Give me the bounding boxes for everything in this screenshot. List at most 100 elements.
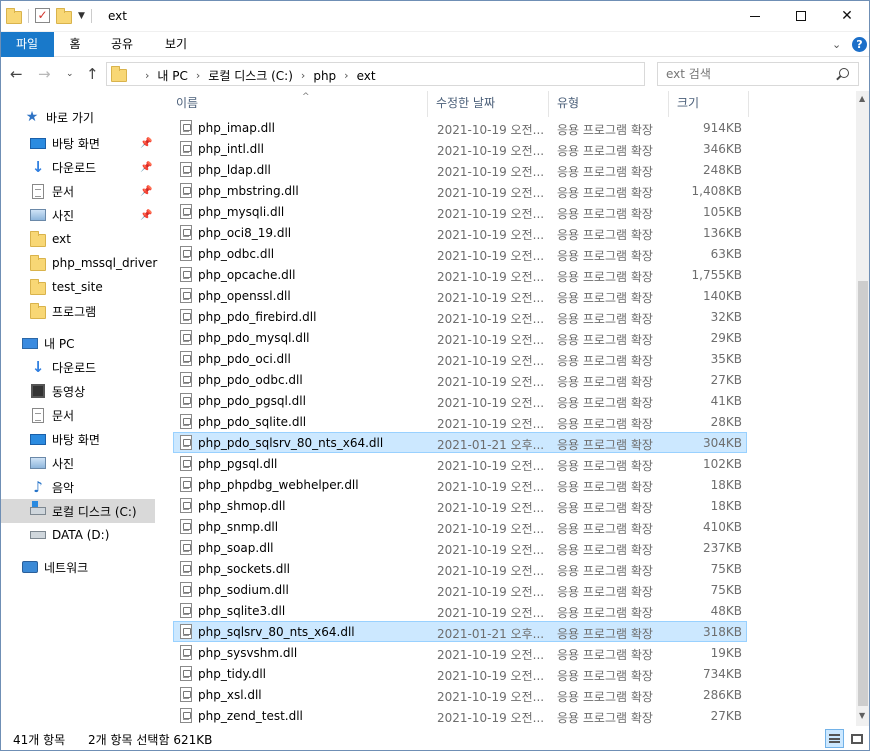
nav-item-pc-documents[interactable]: 문서 bbox=[30, 403, 74, 427]
title-bar: ✓ ▼ ext ✕ bbox=[0, 0, 870, 32]
scroll-down-icon[interactable]: ▼ bbox=[859, 711, 865, 720]
chevron-right-icon[interactable]: › bbox=[344, 69, 348, 82]
nav-item-ext[interactable]: ext bbox=[30, 227, 71, 251]
address-bar[interactable]: › 내 PC › 로컬 디스크 (C:) › php › ext ⌄ ↻ bbox=[106, 62, 745, 86]
details-view-icon bbox=[829, 734, 840, 743]
nav-item-music[interactable]: ♪ 음악 bbox=[30, 475, 74, 499]
recent-locations-icon[interactable]: ⌄ bbox=[66, 69, 74, 79]
pin-icon[interactable]: 📌 bbox=[140, 138, 152, 149]
up-arrow-icon[interactable]: ↑ bbox=[86, 65, 99, 83]
file-size: 27KB bbox=[710, 709, 742, 723]
nav-item-documents[interactable]: 문서 bbox=[30, 179, 74, 203]
chevron-right-icon[interactable]: › bbox=[196, 69, 200, 82]
column-header-type[interactable]: 유형 bbox=[549, 91, 669, 117]
file-row[interactable]: php_pdo_oci.dll 2021-10-19 오전... 응용 프로그램 확… bbox=[173, 348, 747, 369]
properties-icon[interactable]: ✓ bbox=[35, 8, 50, 23]
details-view-button[interactable] bbox=[825, 729, 844, 748]
expand-ribbon-icon[interactable]: ⌄ bbox=[832, 38, 841, 51]
file-row[interactable]: php_pdo_mysql.dll 2021-10-19 오전... 응용 프로그램… bbox=[173, 327, 747, 348]
column-header-date[interactable]: 수정한 날짜 bbox=[428, 91, 549, 117]
breadcrumb-item[interactable]: 로컬 디스크 (C:) bbox=[208, 67, 293, 84]
help-icon[interactable]: ? bbox=[852, 37, 867, 52]
column-header-size[interactable]: 크기 bbox=[669, 91, 749, 117]
back-arrow-icon[interactable]: ← bbox=[10, 65, 23, 83]
search-box[interactable] bbox=[657, 62, 859, 86]
pin-icon[interactable]: 📌 bbox=[140, 186, 152, 197]
file-row[interactable]: php_phpdbg_webhelper.dll 2021-10-19 오전...… bbox=[173, 474, 747, 495]
file-size: 102KB bbox=[702, 457, 742, 471]
file-row[interactable]: php_oci8_19.dll 2021-10-19 오전... 응용 프로그램 확… bbox=[173, 222, 747, 243]
file-row[interactable]: php_mysqli.dll 2021-10-19 오전... 응용 프로그램 확장… bbox=[173, 201, 747, 222]
file-row[interactable]: php_openssl.dll 2021-10-19 오전... 응용 프로그램 확… bbox=[173, 285, 747, 306]
file-row[interactable]: php_sysvshm.dll 2021-10-19 오전... 응용 프로그램 확… bbox=[173, 642, 747, 663]
sort-ascending-icon: ^ bbox=[302, 92, 310, 102]
file-row[interactable]: php_pgsql.dll 2021-10-19 오전... 응용 프로그램 확장 1… bbox=[173, 453, 747, 474]
nav-item-data-d[interactable]: DATA (D:) bbox=[30, 523, 109, 547]
nav-item-test-site[interactable]: test_site bbox=[30, 275, 103, 299]
customize-toolbar-icon[interactable]: ▼ bbox=[78, 11, 85, 21]
scroll-up-icon[interactable]: ▲ bbox=[859, 94, 865, 103]
file-row[interactable]: php_sockets.dll 2021-10-19 오전... 응용 프로그램 확… bbox=[173, 558, 747, 579]
nav-quick-access[interactable]: ★ 바로 가기 bbox=[24, 105, 94, 129]
file-type: 응용 프로그램 확장 bbox=[557, 165, 653, 179]
file-date-modified: 2021-10-19 오전... bbox=[437, 564, 545, 578]
close-button[interactable]: ✕ bbox=[824, 0, 870, 32]
file-row[interactable]: php_pdo_sqlsrv_80_nts_x64.dll 2021-01-21 … bbox=[173, 432, 747, 453]
tab-view[interactable]: 보기 bbox=[158, 32, 194, 57]
file-row[interactable]: php_pdo_odbc.dll 2021-10-19 오전... 응용 프로그램 … bbox=[173, 369, 747, 390]
file-row[interactable]: php_pdo_sqlite.dll 2021-10-19 오전... 응용 프로그… bbox=[173, 411, 747, 432]
file-row[interactable]: php_soap.dll 2021-10-19 오전... 응용 프로그램 확장 23… bbox=[173, 537, 747, 558]
new-folder-icon[interactable] bbox=[56, 8, 72, 24]
file-row[interactable]: php_sqlsrv_80_nts_x64.dll 2021-01-21 오후..… bbox=[173, 621, 747, 642]
file-row[interactable]: php_zend_test.dll 2021-10-19 오전... 응용 프로그램… bbox=[173, 705, 747, 726]
large-icons-view-button[interactable] bbox=[847, 729, 866, 748]
dll-file-icon bbox=[180, 414, 192, 429]
minimize-button[interactable] bbox=[732, 0, 778, 32]
breadcrumb-item[interactable]: 내 PC bbox=[157, 67, 187, 84]
breadcrumb-item[interactable]: php bbox=[313, 69, 336, 83]
nav-item-videos[interactable]: 동영상 bbox=[30, 379, 85, 403]
search-icon[interactable] bbox=[839, 68, 849, 78]
file-row[interactable]: php_odbc.dll 2021-10-19 오전... 응용 프로그램 확장 63… bbox=[173, 243, 747, 264]
file-row[interactable]: php_opcache.dll 2021-10-19 오전... 응용 프로그램 확… bbox=[173, 264, 747, 285]
tab-file[interactable]: 파일 bbox=[0, 32, 54, 57]
file-row[interactable]: php_snmp.dll 2021-10-19 오전... 응용 프로그램 확장 41… bbox=[173, 516, 747, 537]
nav-item-pc-downloads[interactable]: ↓ 다운로드 bbox=[30, 355, 96, 379]
file-row[interactable]: php_mbstring.dll 2021-10-19 오전... 응용 프로그램 … bbox=[173, 180, 747, 201]
scrollbar-thumb[interactable] bbox=[858, 281, 868, 706]
column-header-name[interactable]: 이름 ^ bbox=[168, 91, 428, 117]
nav-item-pictures[interactable]: 사진 bbox=[30, 203, 74, 227]
nav-this-pc[interactable]: 내 PC bbox=[22, 331, 74, 355]
file-row[interactable]: php_sodium.dll 2021-10-19 오전... 응용 프로그램 확장… bbox=[173, 579, 747, 600]
vertical-scrollbar[interactable]: ▲ ▼ bbox=[856, 91, 870, 726]
maximize-button[interactable] bbox=[778, 0, 824, 32]
file-row[interactable]: php_imap.dll 2021-10-19 오전... 응용 프로그램 확장 91… bbox=[173, 117, 747, 138]
file-row[interactable]: php_sqlite3.dll 2021-10-19 오전... 응용 프로그램 확… bbox=[173, 600, 747, 621]
nav-network[interactable]: 네트워크 bbox=[22, 555, 88, 579]
file-row[interactable]: php_pdo_firebird.dll 2021-10-19 오전... 응용 프… bbox=[173, 306, 747, 327]
nav-item-downloads[interactable]: ↓ 다운로드 bbox=[30, 155, 96, 179]
nav-item-pc-desktop[interactable]: 바탕 화면 bbox=[30, 427, 100, 451]
pin-icon[interactable]: 📌 bbox=[140, 210, 152, 221]
file-row[interactable]: php_tidy.dll 2021-10-19 오전... 응용 프로그램 확장 73… bbox=[173, 663, 747, 684]
forward-arrow-icon[interactable]: → bbox=[38, 65, 51, 83]
file-size: 248KB bbox=[702, 163, 742, 177]
tab-share[interactable]: 공유 bbox=[104, 32, 140, 57]
file-row[interactable]: php_xsl.dll 2021-10-19 오전... 응용 프로그램 확장 286… bbox=[173, 684, 747, 705]
file-row[interactable]: php_ldap.dll 2021-10-19 오전... 응용 프로그램 확장 24… bbox=[173, 159, 747, 180]
file-date-modified: 2021-10-19 오전... bbox=[437, 207, 545, 221]
nav-item-programs[interactable]: 프로그램 bbox=[30, 299, 96, 323]
quick-access-toolbar: ✓ ▼ bbox=[6, 7, 92, 24]
nav-item-local-disk-c[interactable]: 로컬 디스크 (C:) bbox=[0, 499, 155, 523]
search-input[interactable] bbox=[666, 66, 836, 82]
file-row[interactable]: php_intl.dll 2021-10-19 오전... 응용 프로그램 확장 34… bbox=[173, 138, 747, 159]
file-row[interactable]: php_pdo_pgsql.dll 2021-10-19 오전... 응용 프로그램… bbox=[173, 390, 747, 411]
tab-home[interactable]: 홈 bbox=[60, 32, 90, 57]
file-row[interactable]: php_shmop.dll 2021-10-19 오전... 응용 프로그램 확장 1… bbox=[173, 495, 747, 516]
nav-item-pc-pictures[interactable]: 사진 bbox=[30, 451, 74, 475]
folder-icon bbox=[30, 255, 46, 271]
breadcrumb-item[interactable]: ext bbox=[357, 69, 376, 83]
chevron-right-icon[interactable]: › bbox=[301, 69, 305, 82]
pin-icon[interactable]: 📌 bbox=[140, 162, 152, 173]
nav-item-php-mssql-driver[interactable]: php_mssql_driver bbox=[30, 251, 157, 275]
